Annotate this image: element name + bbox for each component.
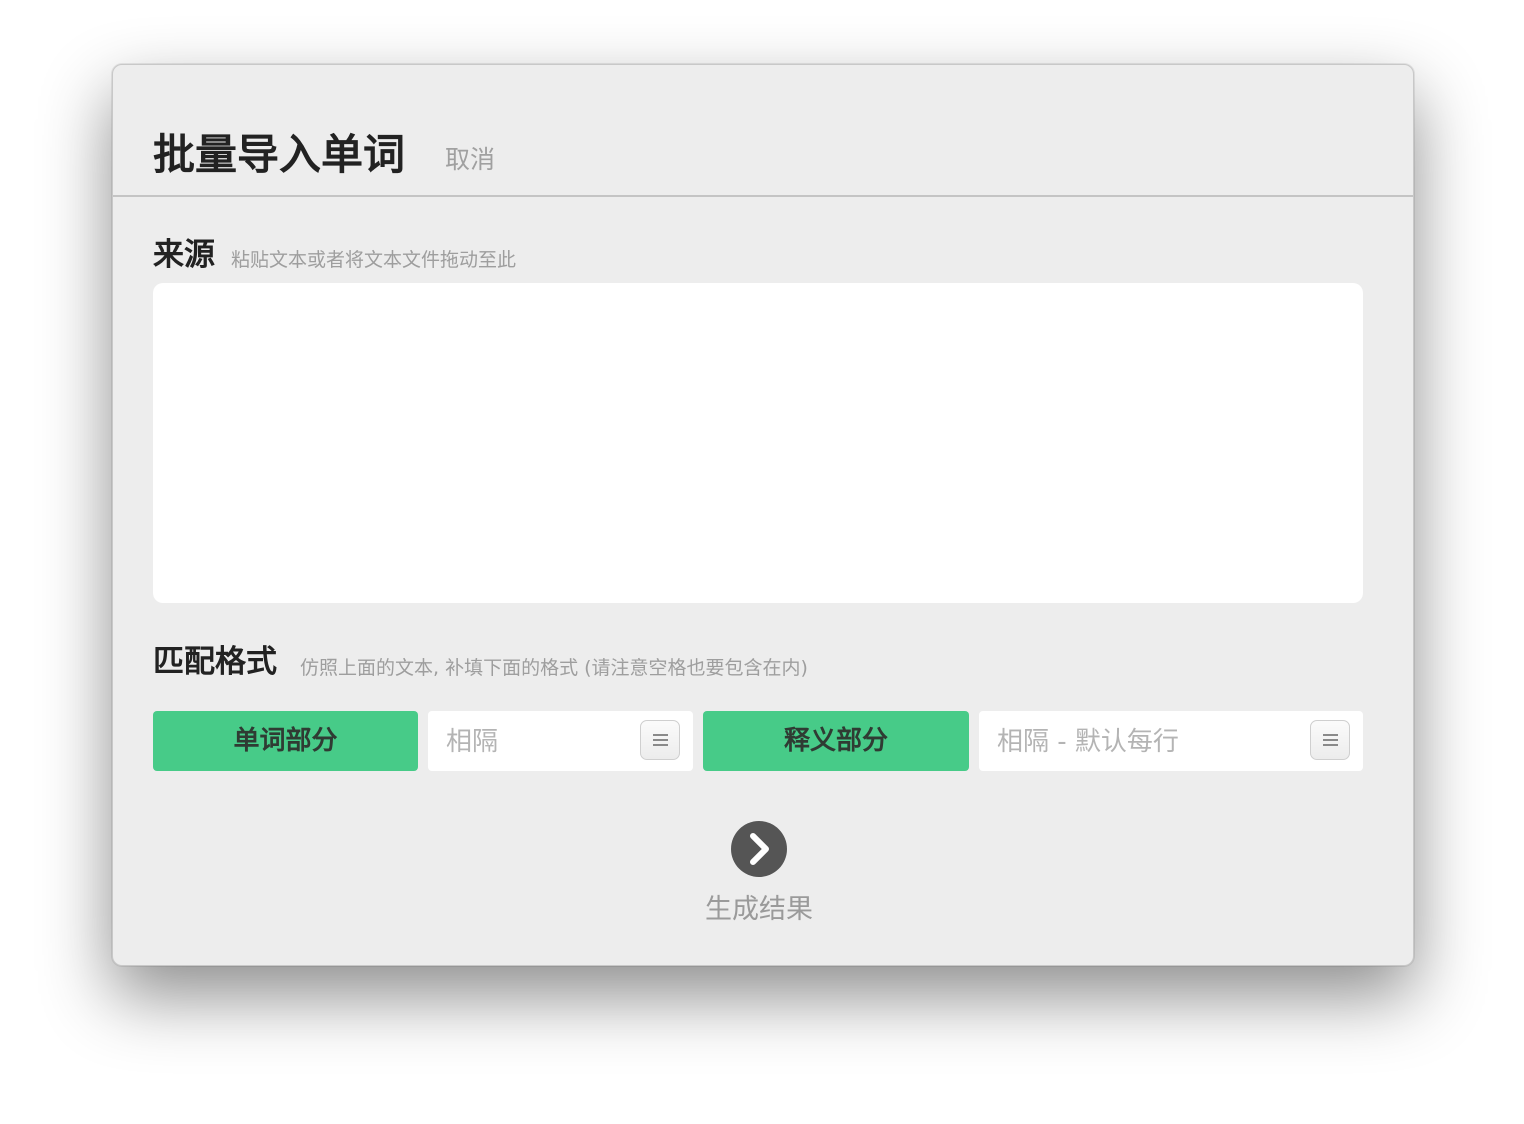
dialog-header: 批量导入单词 取消 (113, 65, 1413, 197)
dialog-title: 批量导入单词 (153, 130, 406, 179)
source-text-area[interactable] (153, 283, 1363, 603)
source-hint: 粘贴文本或者将文本文件拖动至此 (231, 249, 517, 271)
chevron-right-icon (750, 833, 769, 865)
meaning-part-button[interactable]: 释义部分 (703, 711, 969, 771)
cancel-button[interactable]: 取消 (445, 143, 495, 177)
separator-1-field (428, 711, 693, 773)
word-part-button[interactable]: 单词部分 (153, 711, 418, 771)
separator-2-menu-button[interactable] (1310, 720, 1350, 760)
separator-2-input[interactable] (995, 711, 1299, 773)
generate-label[interactable]: 生成结果 (659, 891, 859, 929)
format-label: 匹配格式 (153, 644, 277, 680)
separator-1-menu-button[interactable] (640, 720, 680, 760)
separator-2-field (979, 711, 1363, 773)
generate-button[interactable] (731, 821, 787, 877)
separator-1-input[interactable] (444, 711, 638, 773)
import-words-dialog: 批量导入单词 取消 来源 粘贴文本或者将文本文件拖动至此 匹配格式 仿照上面的文… (112, 64, 1414, 966)
source-label: 来源 (153, 237, 215, 273)
format-hint: 仿照上面的文本, 补填下面的格式 (请注意空格也要包含在内) (300, 657, 808, 679)
